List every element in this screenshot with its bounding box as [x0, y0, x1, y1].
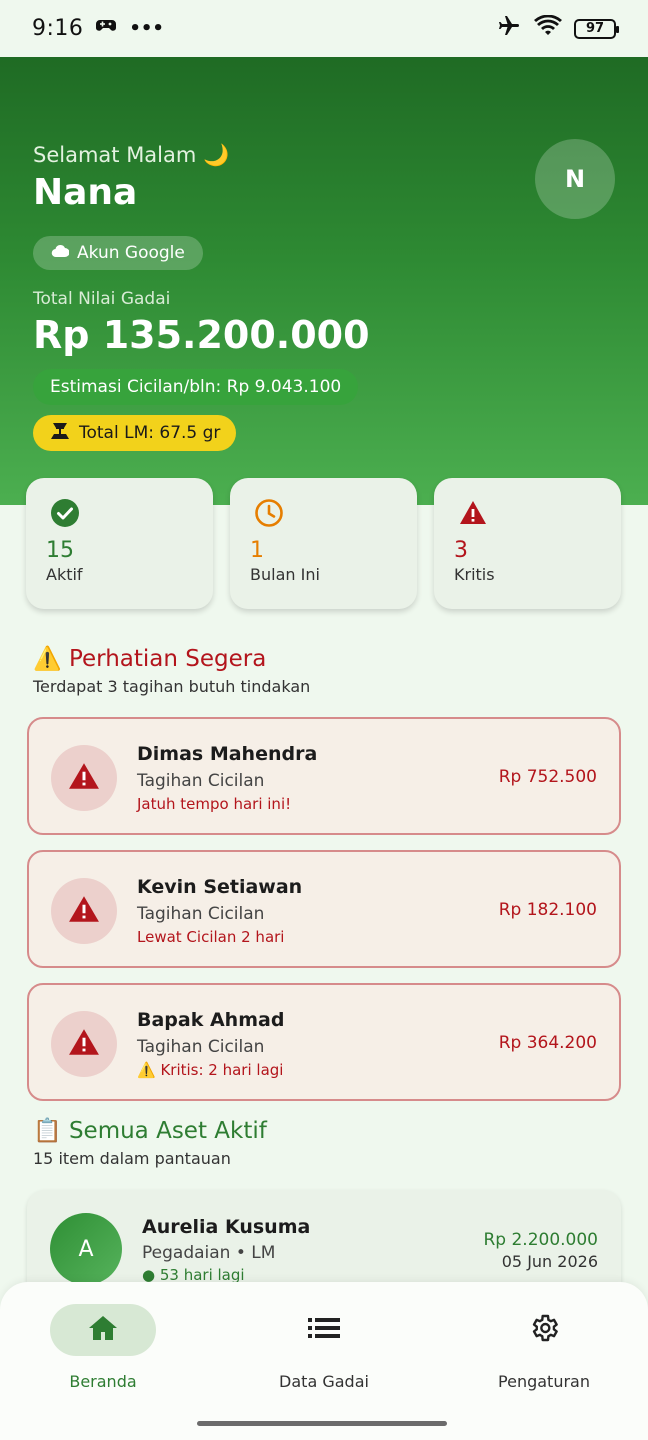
nav-settings-pill[interactable]: [491, 1304, 597, 1356]
alert-badge: [51, 1011, 117, 1077]
asset-due-date: 05 Jun 2026: [501, 1252, 598, 1271]
alert-status: Jatuh tempo hari ini!: [137, 795, 292, 813]
assets-title: 📋 Semua Aset Aktif: [33, 1118, 267, 1144]
alert-card[interactable]: Kevin Setiawan Tagihan Cicilan Lewat Cic…: [27, 850, 621, 968]
attention-subtitle: Terdapat 3 tagihan butuh tindakan: [33, 677, 311, 696]
alert-badge: [51, 878, 117, 944]
asset-amount: Rp 2.200.000: [483, 1230, 598, 1250]
nav-data-gadai[interactable]: Data Gadai: [254, 1304, 394, 1391]
nav-data-gadai-pill[interactable]: [271, 1304, 377, 1356]
warning-icon: [458, 498, 488, 528]
assets-subtitle: 15 item dalam pantauan: [33, 1149, 231, 1168]
more-dots-icon: •••: [129, 18, 164, 39]
alert-type: Tagihan Cicilan: [137, 771, 265, 791]
alert-name: Bapak Ahmad: [137, 1009, 285, 1031]
stat-label: Kritis: [454, 565, 495, 584]
total-label: Total Nilai Gadai: [33, 289, 171, 309]
home-icon: [87, 1314, 119, 1346]
nav-data-gadai-label: Data Gadai: [279, 1372, 369, 1391]
warning-icon: [68, 762, 100, 794]
bottom-nav: Beranda Data Gadai Pengaturan: [0, 1282, 648, 1440]
clock-icon: [254, 498, 284, 528]
greeting-text: Selamat Malam 🌙: [33, 143, 230, 167]
asset-type: Pegadaian • LM: [142, 1243, 276, 1263]
nav-home-pill[interactable]: [50, 1304, 156, 1356]
alert-amount: Rp 752.500: [498, 767, 597, 787]
alert-status: Lewat Cicilan 2 hari: [137, 928, 285, 946]
estimate-chip: Estimasi Cicilan/bln: Rp 9.043.100: [33, 369, 359, 405]
airplane-icon: [496, 14, 522, 43]
account-chip-label: Akun Google: [77, 243, 185, 263]
alert-badge: [51, 745, 117, 811]
stat-label: Bulan Ini: [250, 565, 320, 584]
alert-type: Tagihan Cicilan: [137, 1037, 265, 1057]
account-chip[interactable]: Akun Google: [33, 236, 203, 270]
total-value: Rp 135.200.000: [33, 313, 370, 357]
list-icon: [308, 1317, 340, 1343]
attention-title: ⚠️ Perhatian Segera: [33, 646, 267, 672]
alert-amount: Rp 364.200: [498, 1033, 597, 1053]
status-bar: 9:16 ••• 97: [0, 0, 648, 57]
alert-type: Tagihan Cicilan: [137, 904, 265, 924]
gold-chip: Total LM: 67.5 gr: [33, 415, 237, 451]
user-name: Nana: [33, 172, 138, 213]
alert-card[interactable]: Dimas Mahendra Tagihan Cicilan Jatuh tem…: [27, 717, 621, 835]
wifi-icon: [534, 14, 562, 42]
warning-icon: [68, 895, 100, 927]
stat-card-critical[interactable]: 3 Kritis: [434, 478, 621, 609]
stat-value: 15: [46, 538, 74, 563]
nav-home-label: Beranda: [69, 1372, 137, 1391]
nav-settings-label: Pengaturan: [498, 1372, 590, 1391]
alert-amount: Rp 182.100: [498, 900, 597, 920]
stat-label: Aktif: [46, 565, 83, 584]
stat-card-active[interactable]: 15 Aktif: [26, 478, 213, 609]
asset-name: Aurelia Kusuma: [142, 1216, 311, 1238]
nav-settings[interactable]: Pengaturan: [474, 1304, 614, 1391]
alert-status: ⚠️ Kritis: 2 hari lagi: [137, 1061, 284, 1079]
gold-bars-icon: [49, 421, 71, 446]
gear-icon: [528, 1312, 560, 1348]
stat-value: 3: [454, 538, 468, 563]
stat-value: 1: [250, 538, 264, 563]
status-time: 9:16: [32, 16, 84, 41]
nav-home[interactable]: Beranda: [33, 1304, 173, 1391]
gold-chip-label: Total LM: 67.5 gr: [79, 423, 221, 443]
avatar[interactable]: N: [535, 139, 615, 219]
stat-card-this-month[interactable]: 1 Bulan Ini: [230, 478, 417, 609]
check-circle-icon: [50, 498, 80, 528]
cloud-icon: [51, 243, 70, 263]
home-indicator[interactable]: [197, 1421, 447, 1426]
alert-name: Dimas Mahendra: [137, 743, 318, 765]
alert-name: Kevin Setiawan: [137, 876, 303, 898]
battery-icon: 97: [574, 18, 619, 39]
dashboard-header: Selamat Malam 🌙 Nana N Akun Google Total…: [0, 57, 648, 505]
alert-card[interactable]: Bapak Ahmad Tagihan Cicilan ⚠️ Kritis: 2…: [27, 983, 621, 1101]
game-controller-icon: [95, 18, 117, 39]
asset-avatar: A: [50, 1213, 122, 1285]
warning-icon: [68, 1028, 100, 1060]
